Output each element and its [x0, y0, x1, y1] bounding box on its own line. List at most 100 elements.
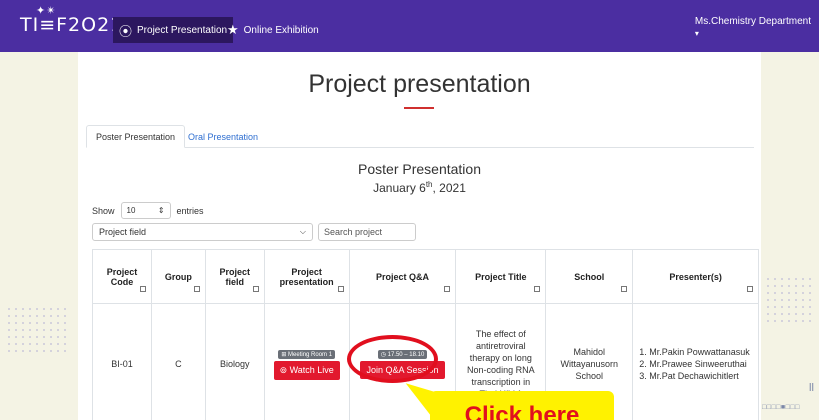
dot [57, 329, 59, 331]
col-group-label: Group [164, 271, 192, 282]
dot [43, 336, 45, 338]
dot [809, 313, 811, 315]
sort-icon [534, 286, 541, 292]
dot [15, 336, 17, 338]
dot [8, 308, 10, 310]
sort-icon [621, 286, 628, 292]
target-icon: ⦿ [119, 23, 133, 39]
dot [50, 343, 52, 345]
col-project-qa[interactable]: Project Q&A [348, 249, 457, 304]
user-menu[interactable]: Ms.Chemistry Department ▾ [695, 16, 811, 38]
dot [8, 322, 10, 324]
dot [57, 308, 59, 310]
dot [29, 329, 31, 331]
presenter-list: 1. Mr.Pakin Powwattanasuk 2. Mr.Prawee S… [639, 346, 758, 382]
sort-icon [252, 286, 259, 292]
watch-live-button[interactable]: ⊚ Watch Live [273, 360, 340, 380]
col-project-title-label: Project Title [475, 271, 527, 282]
dot [22, 308, 24, 310]
dot [802, 306, 804, 308]
dot [767, 278, 769, 280]
col-project-presentation-label: Project presentation [279, 266, 334, 287]
left-margin [0, 52, 78, 420]
dot [809, 306, 811, 308]
user-name: Ms.Chemistry Department [694, 16, 811, 27]
sort-icon [337, 286, 344, 292]
cell-presenters: 1. Mr.Pakin Powwattanasuk 2. Mr.Prawee S… [632, 303, 759, 420]
col-project-presentation[interactable]: Project presentation [263, 249, 350, 304]
dot [795, 285, 797, 287]
sort-icon [444, 286, 451, 292]
chevron-down-icon: ▾ [694, 29, 699, 38]
col-project-field[interactable]: Project field [204, 249, 265, 304]
dot [57, 343, 59, 345]
dot [22, 336, 24, 338]
dot [8, 343, 10, 345]
dot [809, 285, 811, 287]
dot [22, 322, 24, 324]
dot [36, 343, 38, 345]
dot [43, 350, 45, 352]
dot [774, 299, 776, 301]
dot [809, 278, 811, 280]
dot [36, 308, 38, 310]
dot [767, 320, 769, 322]
dot [15, 343, 17, 345]
dot [774, 278, 776, 280]
presenter-item: 2. Mr.Prawee Sinweeruthai [639, 358, 747, 369]
col-group[interactable]: Group [150, 249, 206, 304]
dot [788, 320, 790, 322]
col-project-code[interactable]: Project Code [92, 249, 152, 304]
dot [29, 308, 31, 310]
col-project-field-label: Project field [219, 266, 251, 287]
dot [767, 299, 769, 301]
dot [50, 350, 52, 352]
dot [43, 322, 45, 324]
cell-field: Biology [204, 303, 265, 420]
qa-group: ◷ 17.50 – 18.10 Join Q&A Session [347, 335, 445, 383]
col-project-qa-label: Project Q&A [376, 271, 430, 282]
dot [64, 315, 66, 317]
dot [64, 343, 66, 345]
col-presenters[interactable]: Presenter(s) [632, 249, 759, 304]
dot [50, 315, 52, 317]
dot [64, 350, 66, 352]
tab-oral-presentation[interactable]: Oral Presentation [179, 125, 267, 148]
page-title: Project presentation [308, 70, 531, 98]
col-project-title[interactable]: Project Title [455, 249, 547, 304]
dot [15, 308, 17, 310]
search-project-input[interactable] [318, 223, 416, 241]
dot-pattern-left [8, 308, 68, 358]
dot [802, 313, 804, 315]
tiof-logo[interactable]: ✦✴ TI≡F2O21 [20, 4, 123, 36]
dot [8, 336, 10, 338]
project-field-select[interactable]: Project field ⌵ [92, 223, 313, 241]
dot [795, 299, 797, 301]
dot [781, 285, 783, 287]
dot [767, 285, 769, 287]
col-school[interactable]: School [545, 249, 634, 304]
logo-sparkle: ✦✴ [36, 4, 57, 17]
dot [64, 308, 66, 310]
dot [8, 329, 10, 331]
cell-presentation: ⊞ Meeting Room 1 ⊚ Watch Live [263, 303, 350, 420]
nav-project-presentation[interactable]: ⦿ Project Presentation [113, 17, 234, 43]
nav-online-exhibition[interactable]: ★ Online Exhibition [221, 19, 325, 41]
slide-indicator: □□□□■□□□ [762, 404, 800, 411]
dot [788, 313, 790, 315]
dot [29, 322, 31, 324]
nav-project-presentation-label: Project Presentation [137, 24, 228, 36]
dot [774, 292, 776, 294]
dot [29, 336, 31, 338]
presenter-item: 3. Mr.Pat Dechawichitlert [639, 370, 739, 381]
dot [809, 320, 811, 322]
right-margin [761, 52, 819, 420]
tab-poster-presentation[interactable]: Poster Presentation [86, 125, 186, 148]
dot [767, 292, 769, 294]
dot [8, 350, 10, 352]
dot [43, 329, 45, 331]
date-superscript: th [425, 180, 433, 189]
dot [22, 329, 24, 331]
entries-select[interactable]: 10 ⇕ [120, 202, 171, 219]
meeting-room-badge: ⊞ Meeting Room 1 [278, 349, 336, 359]
